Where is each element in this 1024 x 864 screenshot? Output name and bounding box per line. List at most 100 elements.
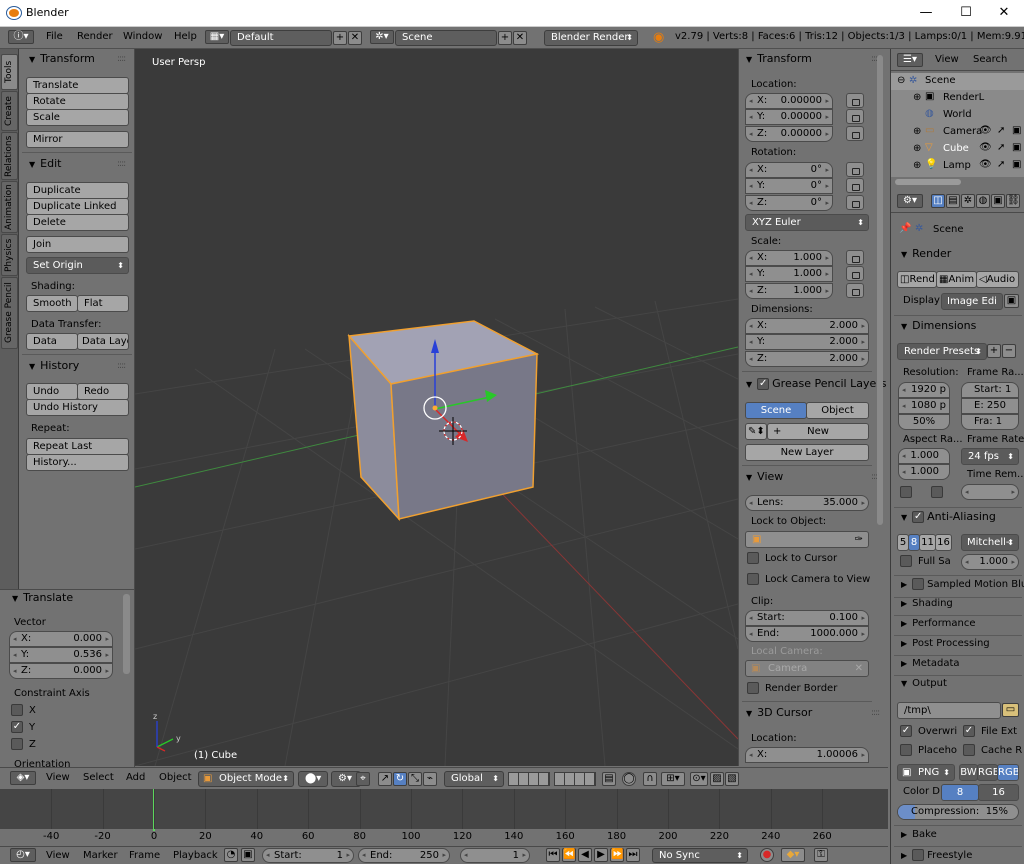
constraint-x-checkbox[interactable] — [11, 704, 23, 716]
outliner-cube-label[interactable]: Cube — [943, 143, 969, 154]
vector-y-field[interactable]: ◂ Y: 0.536 ▸ — [9, 647, 113, 663]
rotation-z-field[interactable]: ◂ Z: 0° ▸ — [745, 195, 833, 211]
scale-button[interactable]: Scale — [26, 109, 129, 126]
maximize-button[interactable]: ☐ — [946, 2, 986, 24]
edit-panel-header[interactable]: ▼ Edit — [29, 157, 61, 170]
timeline-menu-playback[interactable]: Playback — [173, 850, 218, 861]
timeline-menu-marker[interactable]: Marker — [83, 850, 118, 861]
render-engine-dropdown[interactable]: Blender Render ⬍ — [544, 30, 638, 46]
editor-type-outliner-icon[interactable]: ☰▾ — [897, 53, 923, 67]
snap-magnet-icon[interactable]: ∩ — [643, 772, 657, 786]
outliner-menu-search[interactable]: Search — [973, 54, 1007, 65]
local-camera-field[interactable]: ▣ Camera ✕ — [745, 660, 869, 677]
time-remap-field[interactable]: ◂ ▸ — [961, 484, 1019, 500]
menu-file[interactable]: File — [46, 31, 63, 42]
rotate-button[interactable]: Rotate — [26, 93, 129, 110]
lock-object-field[interactable]: ▣ ✑ — [745, 531, 869, 548]
color-rgba-button[interactable]: RGB — [997, 764, 1019, 781]
remove-screen-icon[interactable]: ✕ — [348, 31, 362, 45]
manipulator-rotate-icon[interactable]: ↻ — [393, 772, 407, 786]
render-border-checkbox[interactable] — [747, 682, 759, 694]
constraint-y-checkbox[interactable]: ✓ — [11, 721, 23, 733]
sync-mode-dropdown[interactable]: No Sync ⬍ — [652, 848, 748, 863]
constraints-context-icon[interactable]: ⛓ — [1006, 194, 1020, 208]
dimension-x-field[interactable]: ◂ X: 2.000 ▸ — [745, 318, 869, 334]
lock-icon[interactable] — [846, 109, 864, 124]
record-icon[interactable]: ● — [760, 848, 774, 862]
freestyle-checkbox[interactable] — [912, 849, 925, 861]
collapse-icon[interactable]: ⊖ — [897, 75, 905, 86]
cube-object[interactable] — [347, 320, 540, 522]
scene-context-icon[interactable]: ✲ — [961, 194, 975, 208]
jump-start-icon[interactable]: ⏮ — [546, 848, 560, 862]
jump-keyframe-back-icon[interactable]: ⏪ — [562, 848, 576, 862]
orientation-dropdown[interactable]: Global ⬍ — [444, 771, 504, 787]
3d-viewport[interactable]: y z User Persp (1) Cube — [135, 49, 738, 766]
crop-checkbox[interactable] — [931, 486, 943, 498]
play-icon[interactable]: ▶ — [594, 848, 608, 862]
lock-icon[interactable] — [846, 126, 864, 141]
timeline-end-field[interactable]: ◂ End: 250 ▸ — [358, 848, 450, 863]
resolution-y-field[interactable]: ◂ 1080 p — [898, 398, 950, 414]
dimension-z-field[interactable]: ◂ Z: 2.000 ▸ — [745, 351, 869, 367]
proportional-edit-icon[interactable]: ◯ — [622, 772, 636, 786]
outliner-camera-label[interactable]: Camera — [943, 126, 982, 137]
minimize-button[interactable]: — — [906, 2, 946, 24]
snap-element-icon[interactable]: ⊞▾ — [661, 772, 685, 786]
outliner-renderlayers-label[interactable]: RenderL — [943, 92, 984, 103]
lock-icon[interactable] — [846, 195, 864, 210]
display-dropdown[interactable]: Image Edi — [941, 293, 1003, 310]
use-preview-range-icon[interactable]: ◔ — [224, 848, 238, 862]
sidebar-scrollbar[interactable] — [877, 55, 883, 525]
menu-object[interactable]: Object — [159, 772, 192, 783]
overwrite-checkbox[interactable]: ✓ — [900, 725, 912, 737]
metadata-panel-header[interactable]: ▶ Metadata — [901, 658, 960, 669]
tab-animation[interactable]: Animation — [1, 181, 18, 233]
operator-panel-scrollbar[interactable] — [123, 594, 130, 674]
add-preset-icon[interactable]: + — [987, 344, 1001, 358]
render-context-icon[interactable]: ◫ — [931, 194, 945, 208]
dimensions-panel-header[interactable]: ▼ Dimensions — [901, 319, 976, 332]
render-anim-icon[interactable]: ▧ — [725, 772, 739, 786]
aspect-x-field[interactable]: ◂ 1.000 — [898, 448, 950, 464]
aa-samples-11[interactable]: 11 — [919, 534, 936, 551]
cursor-select-icon[interactable]: ➚ — [997, 159, 1005, 170]
frame-end-field[interactable]: E: 250 — [961, 398, 1019, 414]
grip-icon[interactable]: :::: — [117, 54, 126, 64]
placeholders-checkbox[interactable] — [900, 744, 912, 756]
tab-relations[interactable]: Relations — [1, 132, 18, 180]
play-reverse-icon[interactable]: ◀ — [578, 848, 592, 862]
operator-panel-header[interactable]: ▼ Translate — [12, 591, 73, 604]
timeline-menu-view[interactable]: View — [46, 850, 70, 861]
jump-keyframe-forward-icon[interactable]: ⏩ — [610, 848, 624, 862]
location-z-field[interactable]: ◂ Z: 0.00000 ▸ — [745, 126, 833, 142]
3d-cursor-header[interactable]: ▼ 3D Cursor — [746, 706, 812, 719]
freestyle-panel-header[interactable]: ▶ Freestyle — [901, 849, 972, 861]
grip-icon[interactable]: :::: — [117, 159, 126, 169]
location-y-field[interactable]: ◂ Y: 0.00000 ▸ — [745, 109, 833, 125]
data-transfer-button[interactable]: Data — [26, 333, 78, 350]
grease-pencil-layers-header[interactable]: ▼ ✓ Grease Pencil Layers — [746, 377, 887, 390]
lock-camera-checkbox[interactable] — [747, 573, 759, 585]
expand-icon[interactable]: ⊕ — [913, 92, 921, 103]
frame-start-field[interactable]: Start: 1 — [961, 382, 1019, 398]
rotation-x-field[interactable]: ◂ X: 0° ▸ — [745, 162, 833, 178]
location-x-field[interactable]: ◂ X: 0.00000 ▸ — [745, 93, 833, 109]
lock-frame-icon[interactable]: ▣ — [241, 848, 255, 862]
cache-result-checkbox[interactable] — [963, 744, 975, 756]
gp-new-layer-button[interactable]: New Layer — [745, 444, 869, 461]
lock-icon[interactable] — [846, 93, 864, 108]
animation-button[interactable]: ▦Anim — [936, 271, 977, 288]
clip-end-field[interactable]: ◂ End: 1000.000 ▸ — [745, 626, 869, 642]
outliner-scrollbar[interactable] — [895, 179, 961, 185]
render-icon[interactable]: ▣ — [1012, 125, 1021, 136]
clear-icon[interactable]: ✕ — [855, 661, 863, 676]
aspect-y-field[interactable]: ◂ 1.000 — [898, 464, 950, 480]
file-format-dropdown[interactable]: ▣ PNG ⬍ — [897, 764, 955, 781]
keying-insert-icon[interactable]: ⚿ — [814, 848, 828, 862]
outliner-world-label[interactable]: World — [943, 109, 972, 120]
render-button[interactable]: ◫Rend — [897, 271, 937, 288]
audio-button[interactable]: ◁Audio — [976, 271, 1019, 288]
output-path-field[interactable]: /tmp\ — [897, 702, 1001, 719]
editor-type-timeline-icon[interactable]: ◴▾ — [10, 848, 36, 862]
